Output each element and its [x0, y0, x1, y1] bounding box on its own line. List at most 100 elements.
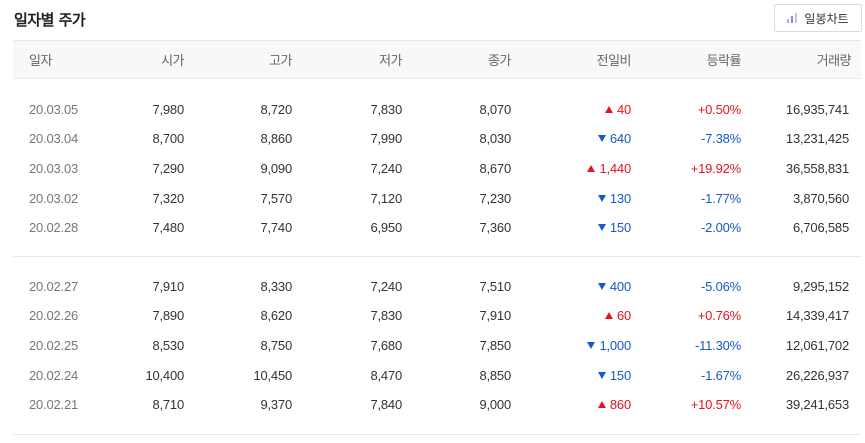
- cell-volume: 6,706,585: [792, 220, 849, 236]
- cell-open: 7,910: [152, 278, 184, 294]
- cell-rate: -11.30%: [694, 337, 741, 353]
- cell-open: 8,530: [152, 337, 184, 353]
- cell-high: 8,330: [260, 278, 292, 294]
- cell-volume: 13,231,425: [785, 131, 849, 147]
- table-row: 20.02.24 10,400 10,450 8,470 8,850 150 -1.67% 2…: [13, 360, 861, 390]
- cell-open: 7,890: [152, 308, 184, 324]
- cell-high: 9,370: [260, 397, 292, 413]
- cell-date: 20.02.28: [29, 220, 79, 236]
- cell-change: 150: [511, 360, 631, 390]
- cell-close: 7,910: [479, 308, 511, 324]
- triangle-down-icon: [597, 135, 606, 143]
- table-row: 20.02.26 7,890 8,620 7,830 7,910 60 +0.76% 14,3…: [13, 301, 861, 331]
- cell-rate: -7.38%: [701, 131, 741, 147]
- table-row: 20.02.27 7,910 8,330 7,240 7,510 400 -5.06% 9,2…: [13, 271, 861, 301]
- cell-close: 9,000: [479, 397, 511, 413]
- cell-open: 10,400: [145, 367, 184, 383]
- table-row: 20.02.21 8,710 9,370 7,840 9,000 860 +10.57% 39…: [13, 390, 861, 420]
- cell-change: 40: [511, 95, 631, 125]
- column-header-rate: 등락률: [631, 40, 742, 79]
- cell-change: 1,000: [511, 331, 631, 361]
- table-row: 20.03.05 7,980 8,720 7,830 8,070 40 +0.50% 16,9…: [13, 95, 861, 125]
- cell-open: 7,320: [152, 190, 184, 206]
- table-row: 20.03.02 7,320 7,570 7,120 7,230 130 -1.77% 3,8…: [13, 183, 861, 213]
- cell-change: 640: [511, 124, 631, 154]
- cell-volume: 26,226,937: [785, 367, 849, 383]
- cell-open: 8,700: [152, 131, 184, 147]
- cell-date: 20.03.03: [29, 160, 79, 176]
- cell-low: 8,470: [370, 367, 402, 383]
- cell-high: 8,750: [260, 337, 292, 353]
- cell-volume: 39,241,653: [785, 397, 849, 413]
- column-header-volume: 거래량: [741, 40, 861, 79]
- table-row: 20.02.28 7,480 7,740 6,950 7,360 150 -2.00% 6,7…: [13, 213, 861, 243]
- table-row: 20.03.03 7,290 9,090 7,240 8,670 1,440 +19.92%…: [13, 154, 861, 184]
- cell-low: 6,950: [370, 220, 402, 236]
- cell-open: 7,980: [152, 101, 184, 117]
- change-value: 400: [609, 278, 631, 294]
- cell-close: 8,670: [479, 160, 511, 176]
- group-spacer: [13, 242, 861, 257]
- column-header-high: 고가: [184, 40, 293, 79]
- cell-volume: 9,295,152: [792, 278, 849, 294]
- cell-close: 7,510: [479, 278, 511, 294]
- cell-volume: 14,339,417: [785, 308, 849, 324]
- cell-change: 60: [511, 301, 631, 331]
- change-value: 150: [609, 220, 631, 236]
- cell-change: 400: [511, 271, 631, 301]
- cell-high: 7,570: [260, 190, 292, 206]
- cell-volume: 3,870,560: [792, 190, 849, 206]
- triangle-down-icon: [597, 224, 606, 232]
- triangle-down-icon: [587, 341, 596, 349]
- cell-close: 7,230: [479, 190, 511, 206]
- cell-close: 8,850: [479, 367, 511, 383]
- cell-high: 8,720: [260, 101, 292, 117]
- cell-high: 9,090: [260, 160, 292, 176]
- change-value: 150: [609, 367, 631, 383]
- cell-low: 7,840: [370, 397, 402, 413]
- cell-low: 7,680: [370, 337, 402, 353]
- cell-date: 20.02.21: [29, 397, 79, 413]
- cell-rate: +19.92%: [690, 160, 741, 176]
- column-header-close: 종가: [402, 40, 512, 79]
- change-value: 860: [609, 397, 631, 413]
- triangle-down-icon: [597, 282, 606, 290]
- column-header-open: 시가: [98, 40, 185, 79]
- cell-low: 7,830: [370, 101, 402, 117]
- cell-rate: +0.50%: [697, 101, 741, 117]
- triangle-up-icon: [604, 105, 613, 113]
- cell-open: 8,710: [152, 397, 184, 413]
- cell-rate: -2.00%: [701, 220, 741, 236]
- change-value: 130: [609, 190, 631, 206]
- cell-high: 8,860: [260, 131, 292, 147]
- cell-change: 860: [511, 390, 631, 420]
- bar-chart-icon: [787, 13, 799, 23]
- triangle-down-icon: [597, 371, 606, 379]
- cell-low: 7,240: [370, 160, 402, 176]
- cell-volume: 16,935,741: [785, 101, 849, 117]
- cell-date: 20.03.05: [29, 101, 79, 117]
- change-value: 60: [616, 308, 631, 324]
- daily-chart-button[interactable]: 일봉차트: [774, 4, 862, 32]
- cell-volume: 36,558,831: [785, 160, 849, 176]
- section-title: 일자별 주가: [14, 11, 86, 29]
- cell-close: 8,030: [479, 131, 511, 147]
- cell-date: 20.02.25: [29, 337, 79, 353]
- cell-change: 1,440: [511, 154, 631, 184]
- table-header-row: 일자 시가 고가 저가 종가 전일비 등락률 거래량: [13, 40, 861, 79]
- section-header: 일자별 주가 일봉차트: [0, 0, 865, 38]
- cell-low: 7,120: [370, 190, 402, 206]
- cell-high: 7,740: [260, 220, 292, 236]
- cell-rate: -1.67%: [701, 367, 741, 383]
- cell-low: 7,990: [370, 131, 402, 147]
- cell-open: 7,290: [152, 160, 184, 176]
- triangle-up-icon: [587, 164, 596, 172]
- change-value: 1,440: [599, 160, 631, 176]
- cell-date: 20.03.04: [29, 131, 79, 147]
- column-header-change: 전일비: [511, 40, 632, 79]
- cell-high: 8,620: [260, 308, 292, 324]
- cell-date: 20.02.27: [29, 278, 79, 294]
- triangle-up-icon: [604, 312, 613, 320]
- triangle-down-icon: [597, 194, 606, 202]
- cell-rate: -1.77%: [701, 190, 741, 206]
